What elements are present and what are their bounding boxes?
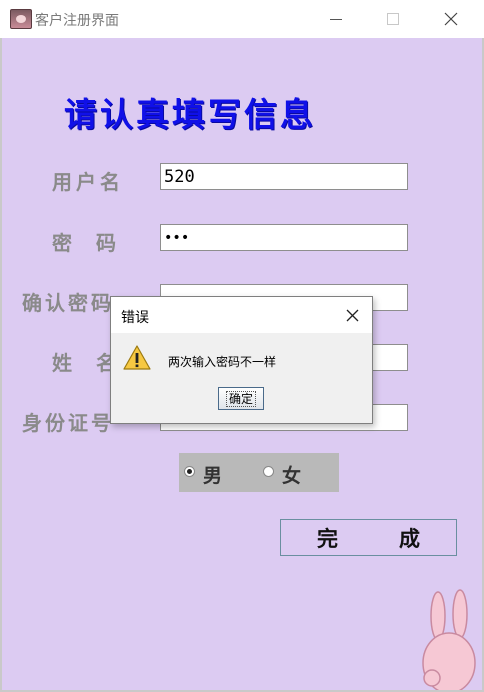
- form-heading: 请认真填写信息: [64, 95, 316, 134]
- confirm-password-label: 确认密码: [22, 291, 114, 315]
- name-label: 姓 名: [52, 351, 118, 375]
- dialog-title-bar[interactable]: 错误: [111, 297, 372, 333]
- dialog-title: 错误: [121, 310, 149, 326]
- close-icon: [444, 12, 458, 26]
- id-number-label: 身份证号: [22, 411, 114, 435]
- bunny-mascot-icon: [422, 589, 476, 690]
- dialog-close-button[interactable]: [342, 305, 362, 325]
- gender-male-label[interactable]: 男: [203, 461, 222, 488]
- error-dialog: 错误 两次输入密码不一样 确定: [110, 296, 373, 424]
- username-label: 用户名: [52, 170, 124, 194]
- dialog-ok-button[interactable]: 确定: [218, 387, 264, 410]
- gender-female-radio[interactable]: [263, 466, 274, 477]
- username-field[interactable]: 520: [160, 163, 408, 190]
- app-logo-icon: [10, 9, 32, 29]
- minimize-button[interactable]: [313, 0, 359, 38]
- password-field[interactable]: •••: [160, 224, 408, 251]
- warning-icon: [123, 345, 151, 370]
- close-icon: [346, 309, 358, 321]
- finish-button[interactable]: 完 成: [280, 519, 457, 556]
- title-bar[interactable]: 客户注册界面: [0, 0, 484, 38]
- close-button[interactable]: [428, 0, 474, 38]
- gender-female-label[interactable]: 女: [282, 461, 301, 488]
- app-window: 客户注册界面 请认真填写信息 用户名 520 密 码 ••• 确认密码 姓 名 …: [0, 0, 484, 692]
- window-title: 客户注册界面: [35, 13, 119, 29]
- maximize-button[interactable]: [370, 0, 416, 38]
- gender-male-radio[interactable]: [184, 466, 195, 477]
- dialog-ok-label: 确定: [225, 390, 256, 407]
- minimize-icon: [330, 18, 342, 20]
- gender-group: 男 女: [179, 453, 339, 492]
- dialog-message: 两次输入密码不一样: [168, 355, 277, 369]
- maximize-icon: [387, 13, 399, 25]
- password-label: 密 码: [52, 231, 118, 255]
- window-border-left: [0, 38, 2, 692]
